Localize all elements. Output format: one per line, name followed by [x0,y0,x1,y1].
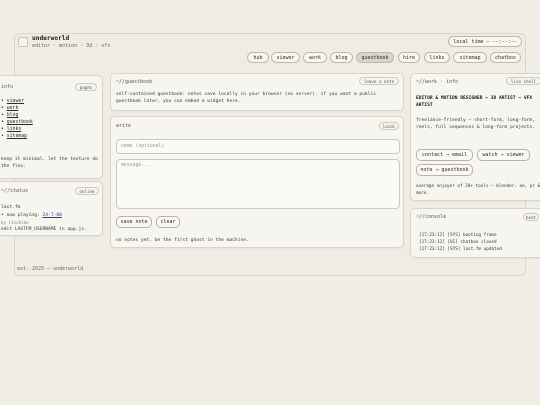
info-tag: pages [75,83,97,91]
now-playing-link[interactable]: 24-7-00 [43,213,62,218]
footer: est. 2025 — underworld [17,266,84,272]
info-title: info [1,84,14,90]
save-note-button[interactable]: save note [116,216,152,228]
nav-viewer[interactable]: viewer [271,52,300,63]
work-info-panel: ~//work · info live shell EDITOR & MOTIO… [410,73,540,201]
status-hint: edit LASTFM_USERNAME in app.js. [1,227,87,232]
empty-notes-text: no notes yet. be the first ghost in the … [116,238,249,243]
work-headline: EDITOR & MOTION DESIGNER — 3D ARTIST — V… [416,96,533,108]
nav-guestbook[interactable]: guestbook [356,52,394,63]
nav-blog[interactable]: blog [330,52,353,63]
contact-email-button[interactable]: contact → email [416,149,473,161]
site-subtitle: editor · motion · 3d · vfx [32,43,111,49]
status-panel: ~//status online last.fm • now playing: … [0,181,103,236]
info-panel: info pages • viewer • work • blog • gues… [0,75,103,179]
console-line: [17:23:12] [SYS] last.fm updated [419,247,502,252]
name-placeholder: name (optional) [121,144,165,149]
status-badge: online [75,187,99,195]
write-panel: write local name (optional) message... s… [110,116,404,248]
nav-work[interactable]: work [303,52,327,63]
now-playing-artist: by itsuhime [1,220,29,225]
console-line: [17:23:12] [UI] chatbox closed [419,240,497,245]
nav-chatbox[interactable]: chatbox [490,52,521,63]
nav-links[interactable]: links [424,52,450,63]
site-title: underworld [32,35,70,42]
watch-viewer-button[interactable]: watch → viewer [477,149,530,161]
console-line: [17:23:12] [SYS] booting frame [419,233,497,238]
name-field[interactable]: name (optional) [116,139,400,154]
guestbook-panel: ~//guestbook leave a note self-contained… [110,73,404,111]
nav-hub[interactable]: hub [247,52,269,63]
avatar [18,37,28,47]
guestbook-title: ~//guestbook [116,79,153,85]
local-time-badge: local time — --:--:-- [448,36,522,47]
info-item-blog[interactable]: • blog [1,113,18,120]
status-title: ~//status [1,188,29,194]
local-tag: local [379,122,399,130]
now-playing: • now playing: 24-7-00 [1,213,62,218]
info-item-sitemap[interactable]: • sitemap [1,134,27,141]
nav-sitemap[interactable]: sitemap [453,52,487,63]
message-placeholder: message... [121,163,150,168]
console-title: ~//console [416,214,447,220]
info-note: keep it minimal. let the texture do the … [1,157,98,169]
info-item-links[interactable]: • links [1,127,21,134]
info-item-work[interactable]: • work [1,106,18,113]
clear-button[interactable]: clear [156,216,180,228]
write-title: write [116,123,132,129]
nav-hire[interactable]: hire [398,52,420,63]
console-panel: ~//console boot [17:23:12] [SYS] booting… [410,208,540,258]
message-field[interactable]: message... [116,159,400,209]
tools-note: average enjoyer of 20+ tools — blender, … [416,184,540,196]
work-description: freelance-friendly — short-form, long-fo… [416,118,535,130]
info-item-guestbook[interactable]: • guestbook [1,120,33,127]
live-shell-tag: live shell [506,77,540,85]
lastfm-label: last.fm [1,205,21,210]
guestbook-description: self-contained guestbook: notes save loc… [116,92,376,104]
leave-note-tag: leave a note [359,77,399,85]
work-info-title: ~//work · info [416,79,459,85]
note-guestbook-button[interactable]: note → guestbook [416,164,473,176]
info-item-viewer[interactable]: • viewer [1,99,24,106]
boot-tag: boot [523,213,539,221]
